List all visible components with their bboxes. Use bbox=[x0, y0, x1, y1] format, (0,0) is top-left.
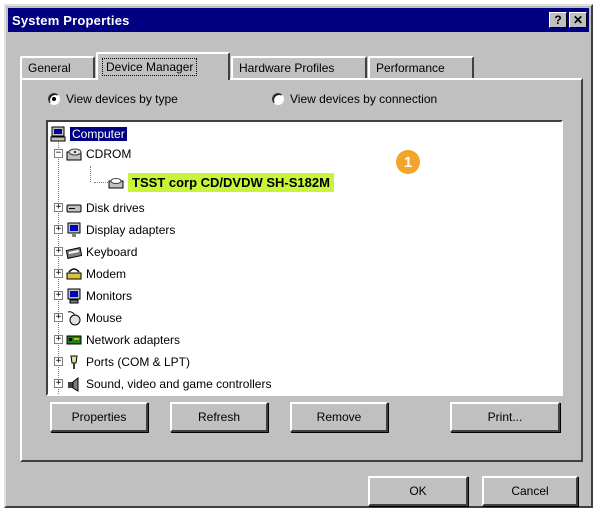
tab-hardware-profiles-label: Hardware Profiles bbox=[239, 61, 335, 75]
tree-item-cdrom-drive-label: TSST corp CD/DVDW SH-S182M bbox=[128, 172, 334, 192]
collapse-toggle[interactable]: − bbox=[54, 149, 63, 158]
tree-item-sound[interactable]: + Sound, video and game controllers bbox=[54, 374, 272, 394]
expand-toggle[interactable]: + bbox=[54, 335, 63, 344]
cancel-button[interactable]: Cancel bbox=[482, 476, 578, 506]
close-button[interactable]: ✕ bbox=[569, 12, 587, 28]
tab-hardware-profiles[interactable]: Hardware Profiles bbox=[231, 56, 367, 78]
tree-item-mouse-label: Mouse bbox=[86, 311, 123, 325]
tree-item-ports-label: Ports (COM & LPT) bbox=[86, 355, 191, 369]
modem-icon bbox=[66, 266, 82, 282]
tab-general[interactable]: General bbox=[20, 56, 95, 78]
system-properties-window: System Properties ? ✕ General Device Man… bbox=[4, 4, 593, 508]
computer-icon bbox=[50, 126, 66, 142]
disk-drive-icon bbox=[66, 200, 82, 216]
view-by-type-label: View devices by type bbox=[66, 92, 178, 106]
tree-item-cdrom-drive[interactable]: TSST corp CD/DVDW SH-S182M bbox=[108, 170, 334, 194]
remove-button[interactable]: Remove bbox=[290, 402, 388, 432]
sound-icon bbox=[66, 376, 82, 392]
tree-item-modem-label: Modem bbox=[86, 267, 127, 281]
expand-toggle[interactable]: + bbox=[54, 203, 63, 212]
tab-device-manager-label: Device Manager bbox=[101, 58, 198, 76]
tree-item-keyboard[interactable]: + Keyboard bbox=[54, 242, 138, 262]
expand-toggle[interactable]: + bbox=[54, 225, 63, 234]
tab-device-manager[interactable]: Device Manager bbox=[96, 52, 230, 80]
tree-item-disk-drives-label: Disk drives bbox=[86, 201, 145, 215]
ok-button[interactable]: OK bbox=[368, 476, 468, 506]
title-bar: System Properties ? ✕ bbox=[8, 8, 589, 32]
tree-item-network-adapters-label: Network adapters bbox=[86, 333, 181, 347]
help-button[interactable]: ? bbox=[549, 12, 567, 28]
tree-item-disk-drives[interactable]: + Disk drives bbox=[54, 198, 145, 218]
tree-item-modem[interactable]: + Modem bbox=[54, 264, 127, 284]
expand-toggle[interactable]: + bbox=[54, 313, 63, 322]
print-button-label: Print... bbox=[487, 410, 523, 424]
tree-item-monitors-label: Monitors bbox=[86, 289, 133, 303]
keyboard-icon bbox=[65, 244, 83, 260]
expand-toggle[interactable]: + bbox=[54, 247, 63, 256]
remove-button-label: Remove bbox=[316, 410, 362, 424]
tree-root-label: Computer bbox=[70, 127, 127, 141]
tab-general-label: General bbox=[28, 61, 71, 75]
tree-item-network-adapters[interactable]: + Network adapters bbox=[54, 330, 181, 350]
device-manager-panel: View devices by type View devices by con… bbox=[20, 78, 583, 462]
tree-item-display-adapters[interactable]: + Display adapters bbox=[54, 220, 176, 240]
callout-badge: 1 bbox=[396, 150, 420, 174]
cdrom-drive-icon bbox=[108, 174, 124, 190]
expand-toggle[interactable]: + bbox=[54, 269, 63, 278]
tree-item-cdrom-label: CDROM bbox=[86, 147, 132, 161]
window-title: System Properties bbox=[12, 12, 130, 28]
tree-item-mouse[interactable]: + Mouse bbox=[54, 308, 123, 328]
properties-button[interactable]: Properties bbox=[50, 402, 148, 432]
close-icon: ✕ bbox=[572, 13, 584, 27]
refresh-button[interactable]: Refresh bbox=[170, 402, 268, 432]
device-tree[interactable]: Computer − CDROM TSST corp CD/DVDW SH-S1… bbox=[46, 120, 563, 396]
expand-toggle[interactable]: + bbox=[54, 357, 63, 366]
ports-icon bbox=[66, 354, 82, 370]
expand-toggle[interactable]: + bbox=[54, 379, 63, 388]
help-icon: ? bbox=[554, 13, 562, 27]
expand-toggle[interactable]: + bbox=[54, 291, 63, 300]
network-adapter-icon bbox=[66, 332, 82, 348]
tab-performance-label: Performance bbox=[376, 61, 445, 75]
monitor-icon bbox=[66, 288, 82, 304]
tree-item-sound-label: Sound, video and game controllers bbox=[86, 377, 272, 391]
tree-item-display-adapters-label: Display adapters bbox=[86, 223, 176, 237]
cdrom-icon bbox=[66, 146, 82, 162]
tree-item-keyboard-label: Keyboard bbox=[86, 245, 138, 259]
tree-item-monitors[interactable]: + Monitors bbox=[54, 286, 133, 306]
display-adapter-icon bbox=[66, 222, 82, 238]
view-by-type-radio[interactable] bbox=[48, 93, 60, 105]
view-by-connection-option[interactable]: View devices by connection bbox=[272, 92, 437, 106]
print-button[interactable]: Print... bbox=[450, 402, 560, 432]
refresh-button-label: Refresh bbox=[197, 410, 241, 424]
tree-item-ports[interactable]: + Ports (COM & LPT) bbox=[54, 352, 191, 372]
view-by-connection-label: View devices by connection bbox=[290, 92, 438, 106]
mouse-icon bbox=[66, 310, 82, 326]
ok-button-label: OK bbox=[409, 484, 427, 498]
view-by-type-option[interactable]: View devices by type bbox=[48, 92, 178, 106]
view-by-connection-radio[interactable] bbox=[272, 93, 284, 105]
cancel-button-label: Cancel bbox=[511, 484, 549, 498]
tab-performance[interactable]: Performance bbox=[368, 56, 474, 78]
properties-button-label: Properties bbox=[71, 410, 127, 424]
tree-root-computer[interactable]: Computer bbox=[50, 124, 127, 144]
tree-item-cdrom[interactable]: − CDROM bbox=[54, 144, 132, 164]
